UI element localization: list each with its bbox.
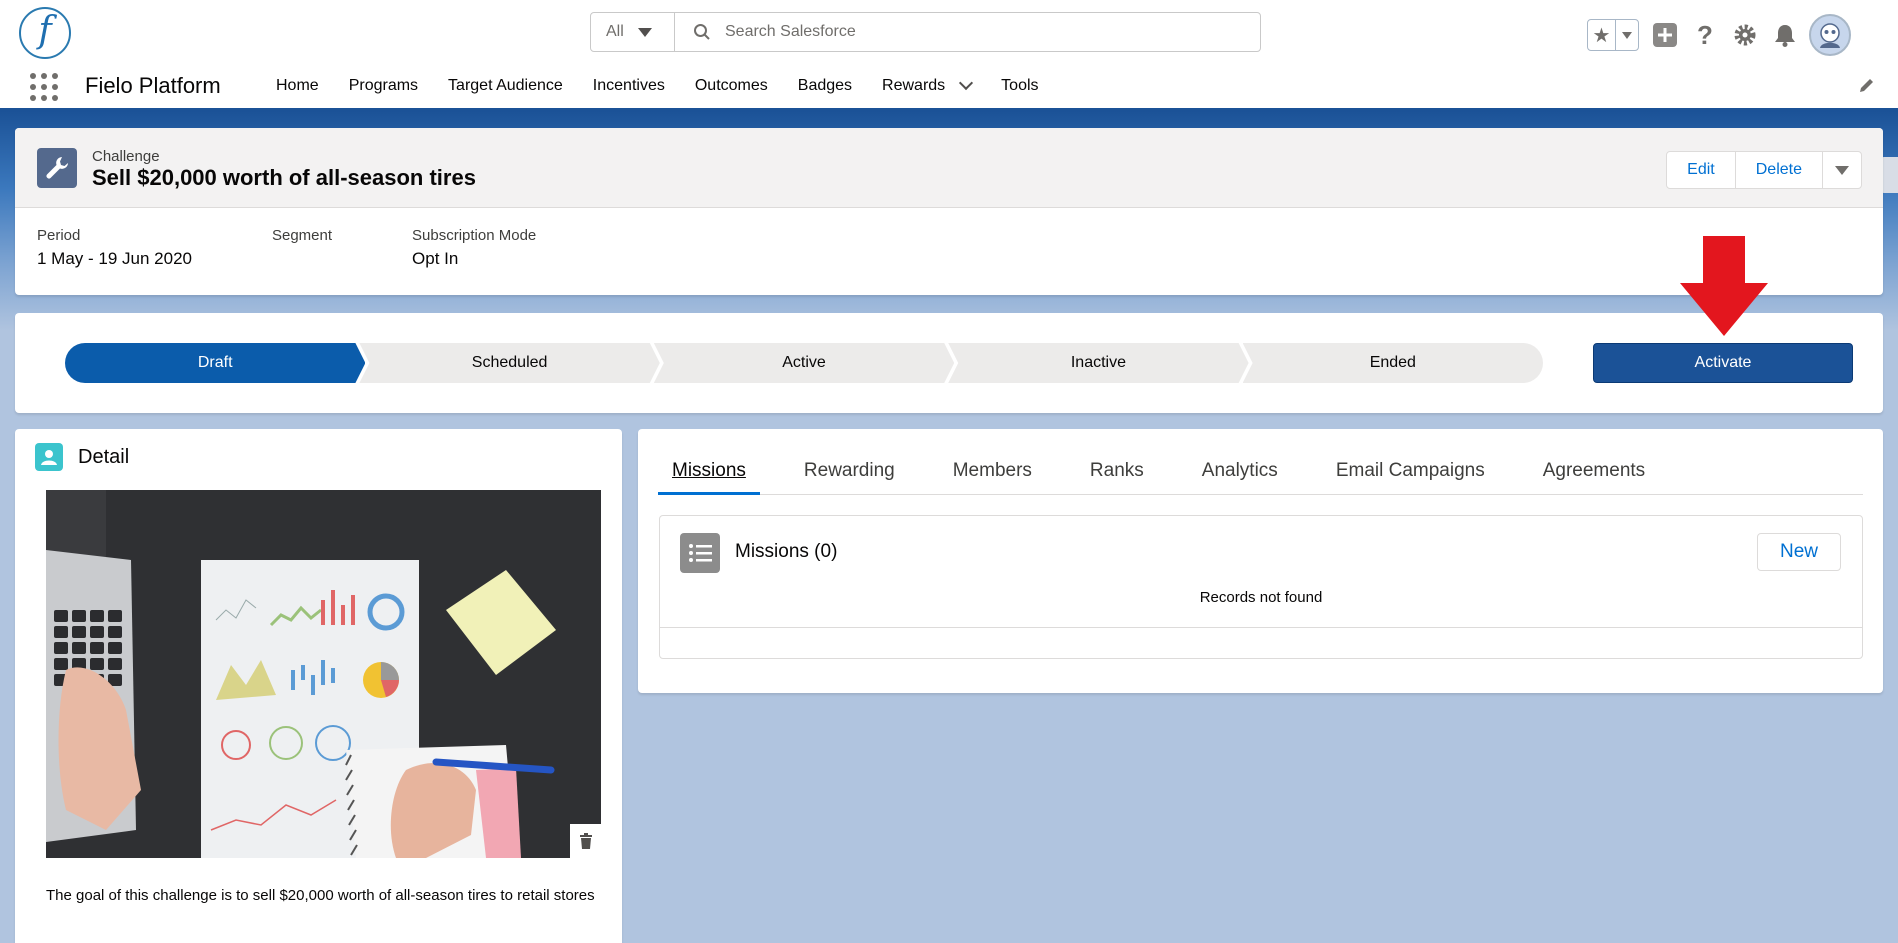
nav-items: Home Programs Target Audience Incentives…: [276, 64, 1069, 108]
nav-item-label: Badges: [797, 77, 853, 94]
wrench-icon: [37, 148, 77, 188]
new-mission-button[interactable]: New: [1757, 533, 1841, 571]
path-stage-draft[interactable]: Draft: [65, 343, 365, 383]
detail-title: Detail: [78, 445, 130, 468]
contact-icon: [35, 443, 63, 471]
field-label: Period: [37, 227, 81, 244]
edit-nav-pencil-icon[interactable]: [1858, 76, 1876, 99]
detail-header: Detail: [35, 443, 129, 471]
path-stage-ended[interactable]: Ended: [1242, 343, 1544, 383]
field-label: Subscription Mode: [412, 227, 537, 244]
nav-item-programs[interactable]: Programs: [349, 77, 418, 95]
global-header: f All ★ ?: [0, 0, 1898, 64]
nav-item-label: Home: [276, 77, 319, 94]
nav-item-label: Rewards: [882, 77, 946, 94]
delete-image-trash-icon[interactable]: [570, 824, 601, 858]
tab-email-campaigns[interactable]: Email Campaigns: [1322, 460, 1499, 494]
header-utility-icons: ★ ?: [1587, 14, 1851, 56]
record-type: Challenge: [92, 148, 160, 165]
field-value: [272, 249, 332, 269]
tab-ranks[interactable]: Ranks: [1076, 460, 1158, 494]
search-field: [675, 13, 1260, 51]
nav-item-rewards[interactable]: Rewards: [882, 75, 974, 95]
related-list-footer: [660, 627, 1862, 628]
path-stage-active[interactable]: Active: [654, 343, 954, 383]
add-icon[interactable]: [1645, 15, 1685, 55]
path-stage-inactive[interactable]: Inactive: [948, 343, 1248, 383]
tab-analytics[interactable]: Analytics: [1188, 460, 1292, 494]
record-actions: Edit Delete: [1666, 151, 1862, 189]
record-header-top: Challenge Sell $20,000 worth of all-seas…: [15, 128, 1883, 208]
nav-item-label: Tools: [1001, 77, 1039, 94]
nav-item-tools[interactable]: Tools: [1001, 77, 1038, 95]
list-icon: [680, 533, 720, 573]
setup-gear-icon[interactable]: [1725, 15, 1765, 55]
path-stage-scheduled[interactable]: Scheduled: [359, 343, 659, 383]
global-search: All: [590, 12, 1261, 52]
fielo-logo[interactable]: f: [19, 7, 71, 59]
missions-related-list: Missions (0) New Records not found: [659, 515, 1863, 659]
delete-button[interactable]: Delete: [1736, 152, 1823, 188]
nav-item-target-audience[interactable]: Target Audience: [448, 77, 563, 95]
chevron-down-icon[interactable]: [959, 75, 974, 91]
notification-bell-icon[interactable]: [1765, 15, 1805, 55]
tab-members[interactable]: Members: [939, 460, 1046, 494]
search-scope-dropdown[interactable]: All: [591, 13, 675, 51]
record-header: Challenge Sell $20,000 worth of all-seas…: [15, 128, 1883, 295]
nav-item-badges[interactable]: Badges: [798, 77, 852, 95]
activate-button[interactable]: Activate: [1593, 343, 1853, 383]
nav-item-label: Programs: [348, 77, 419, 94]
status-path: Draft Scheduled Active Inactive Ended: [65, 343, 1544, 383]
challenge-image: [46, 490, 601, 858]
star-icon[interactable]: ★: [1588, 20, 1616, 50]
favorites-button[interactable]: ★: [1587, 19, 1639, 51]
logo-letter: f: [38, 10, 52, 51]
challenge-description: The goal of this challenge is to sell $2…: [46, 887, 595, 904]
nav-item-home[interactable]: Home: [276, 77, 319, 95]
nav-item-label: Incentives: [592, 77, 665, 94]
search-input[interactable]: [725, 23, 1225, 41]
tab-missions[interactable]: Missions: [658, 460, 760, 495]
app-launcher-icon[interactable]: [30, 73, 58, 101]
search-scope-label: All: [606, 23, 624, 40]
highlight-fields: Period 1 May - 19 Jun 2020 Segment Subsc…: [37, 227, 616, 269]
edit-button[interactable]: Edit: [1667, 152, 1736, 188]
field-value: Opt In: [412, 249, 459, 268]
nav-item-incentives[interactable]: Incentives: [593, 77, 665, 95]
status-path-card: Draft Scheduled Active Inactive Ended Ac…: [15, 313, 1883, 413]
nav-item-outcomes[interactable]: Outcomes: [695, 77, 768, 95]
search-icon: [694, 24, 710, 40]
caret-down-icon: [1835, 165, 1849, 175]
avatar[interactable]: [1809, 14, 1851, 56]
empty-message: Records not found: [1199, 589, 1323, 606]
caret-down-icon: [637, 27, 652, 37]
field-period: Period 1 May - 19 Jun 2020: [37, 227, 192, 269]
more-actions-button[interactable]: [1823, 152, 1861, 188]
caret-down-icon: [1622, 31, 1632, 39]
detail-card: Detail The goal of this challenge is to …: [15, 429, 622, 943]
field-value: 1 May - 19 Jun 2020: [37, 249, 192, 268]
nav-item-label: Outcomes: [694, 77, 768, 94]
annotation-arrow-down-icon: [1680, 236, 1768, 336]
field-segment: Segment: [272, 227, 332, 269]
tab-agreements[interactable]: Agreements: [1529, 460, 1659, 494]
app-name: Fielo Platform: [85, 73, 221, 98]
missions-title: Missions (0): [735, 541, 838, 562]
tab-bar: Missions Rewarding Members Ranks Analyti…: [658, 429, 1863, 495]
tab-rewarding[interactable]: Rewarding: [790, 460, 909, 494]
app-navigation: Fielo Platform Home Programs Target Audi…: [0, 64, 1898, 111]
favorites-dropdown[interactable]: [1616, 20, 1638, 50]
related-tabs-card: Missions Rewarding Members Ranks Analyti…: [638, 429, 1883, 693]
help-icon[interactable]: ?: [1685, 15, 1725, 55]
record-title: Sell $20,000 worth of all-season tires: [92, 165, 476, 190]
field-subscription-mode: Subscription Mode Opt In: [412, 227, 536, 269]
nav-item-label: Target Audience: [448, 77, 563, 94]
field-label: Segment: [271, 227, 333, 244]
